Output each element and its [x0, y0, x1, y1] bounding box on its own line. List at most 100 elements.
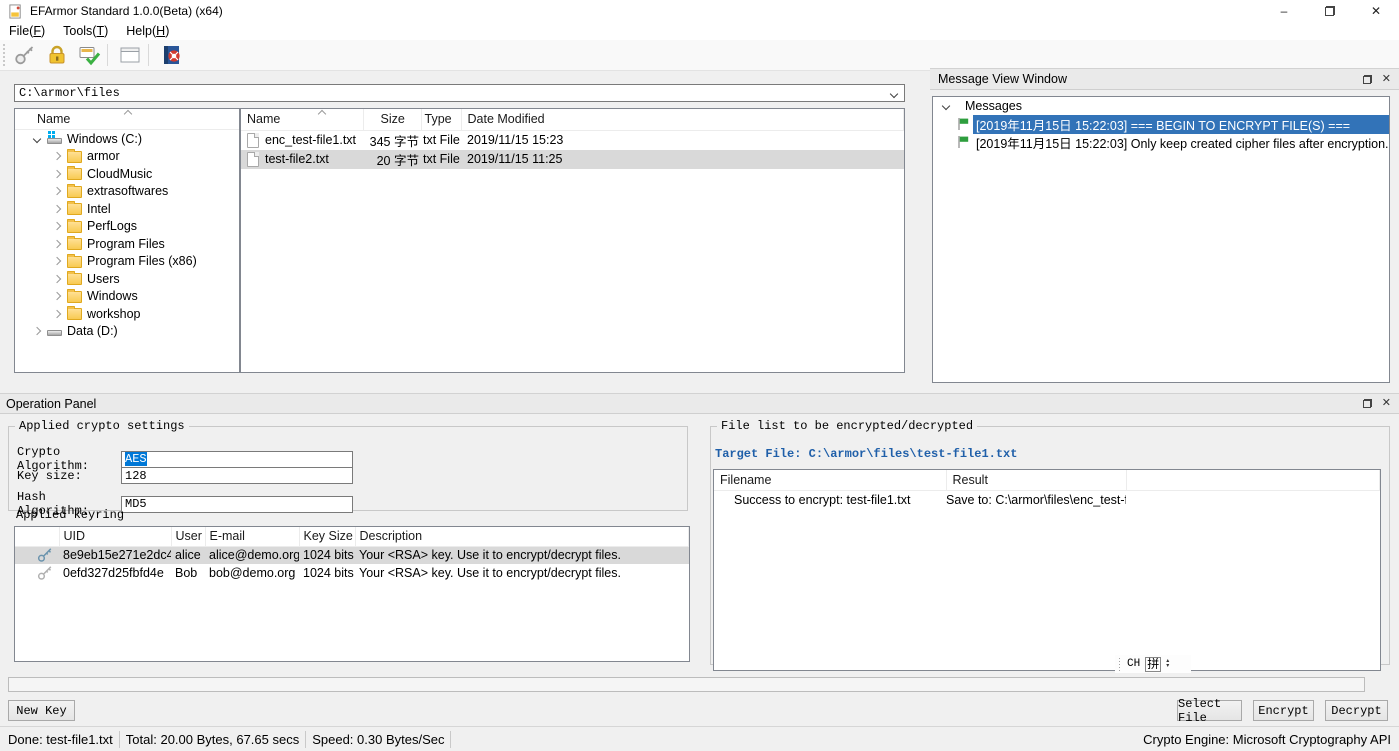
expand-icon[interactable]: [32, 134, 42, 143]
file-icon: [247, 151, 259, 167]
result-row[interactable]: Success to encrypt: test-file1.txt Save …: [714, 490, 1380, 510]
crypto-algorithm-field[interactable]: AES: [121, 450, 353, 468]
encrypt-button[interactable]: Encrypt: [1253, 700, 1314, 721]
tree-item-windows-c[interactable]: Windows (C:): [15, 130, 239, 148]
ime-drag-handle[interactable]: [1118, 657, 1122, 671]
ime-options-icon[interactable]: ▴ ▾: [1166, 658, 1169, 669]
key-icon: [37, 566, 52, 580]
float-dock-button[interactable]: [1362, 399, 1372, 408]
tree-item-cloudmusic[interactable]: CloudMusic: [15, 165, 239, 183]
message-item[interactable]: [2019年11月15日 15:22:03] === BEGIN TO ENCR…: [933, 114, 1389, 134]
float-dock-button[interactable]: [1362, 74, 1372, 84]
tree-item-extrasoftwares[interactable]: extrasoftwares: [15, 183, 239, 201]
result-table: Filename Result Success to encrypt: test…: [713, 469, 1381, 671]
collapse-icon[interactable]: [52, 204, 62, 213]
restore-button[interactable]: [1307, 0, 1353, 22]
collapse-icon[interactable]: [32, 327, 42, 336]
close-dock-button[interactable]: ✕: [1382, 73, 1391, 84]
close-button[interactable]: ✕: [1353, 0, 1399, 22]
column-header-size[interactable]: Size: [363, 109, 422, 131]
tree-item-program-files[interactable]: Program Files: [15, 235, 239, 253]
collapse-icon[interactable]: [52, 152, 62, 161]
key-size-field[interactable]: 128: [121, 467, 353, 484]
key-tool-button[interactable]: [11, 42, 39, 68]
tree-item-windows[interactable]: Windows: [15, 288, 239, 306]
column-header-description[interactable]: Description: [355, 527, 689, 547]
message-item[interactable]: [2019年11月15日 15:22:03] Only keep created…: [933, 133, 1389, 151]
hash-algorithm-field[interactable]: MD5: [121, 495, 353, 513]
keyring-check-tool-button[interactable]: [75, 42, 103, 68]
status-bar: Done: test-file1.txt Total: 20.00 Bytes,…: [0, 726, 1399, 751]
column-header-icon[interactable]: [15, 527, 60, 547]
column-header-result[interactable]: Result: [946, 470, 1127, 491]
menu-help[interactable]: Help(H): [117, 22, 178, 40]
toolbar: [0, 40, 1399, 71]
folder-icon: [67, 253, 82, 268]
tree-header-name[interactable]: Name: [15, 109, 239, 130]
column-header-email[interactable]: E-mail: [205, 527, 300, 547]
ime-language-indicator[interactable]: CH: [1127, 658, 1140, 670]
ime-language-bar[interactable]: CH 拼 ▴ ▾: [1115, 655, 1191, 673]
file-list-panel: Name Size Type Date Modified enc_test-fi…: [240, 108, 905, 373]
column-header-name[interactable]: Name: [241, 109, 364, 131]
tree-item-program-files-x86[interactable]: Program Files (x86): [15, 253, 239, 271]
tree-item-armor[interactable]: armor: [15, 148, 239, 166]
toolbar-drag-handle[interactable]: [2, 43, 7, 67]
restore-icon: [1325, 6, 1335, 16]
key-icon: [37, 548, 52, 562]
status-speed: Speed: 0.30 Bytes/Sec: [306, 730, 452, 748]
address-combobox[interactable]: C:\armor\files: [14, 84, 905, 102]
tree-item-perflogs[interactable]: PerfLogs: [15, 218, 239, 236]
window-tool-button[interactable]: [116, 42, 144, 68]
tree-item-workshop[interactable]: workshop: [15, 305, 239, 323]
new-key-button[interactable]: New Key: [8, 700, 75, 721]
file-row[interactable]: enc_test-file1.txt 345 字节 txt File 2019/…: [241, 130, 904, 150]
applied-keyring-label: Applied keyring: [16, 508, 125, 522]
tree-item-users[interactable]: Users: [15, 270, 239, 288]
file-row[interactable]: test-file2.txt 20 字节 txt File 2019/11/15…: [241, 149, 904, 169]
folder-icon: [67, 271, 82, 286]
collapse-icon[interactable]: [52, 257, 62, 266]
column-header-type[interactable]: Type: [421, 109, 462, 131]
menu-tools[interactable]: Tools(T): [54, 22, 117, 40]
column-header-keysize[interactable]: Key Size: [299, 527, 356, 547]
sort-asc-icon: [317, 109, 327, 119]
column-header-filename[interactable]: Filename: [714, 470, 947, 491]
menu-bar: File(F) Tools(T) Help(H): [0, 22, 1399, 40]
chevron-down-icon[interactable]: [889, 89, 899, 99]
tree-item-data-d[interactable]: Data (D:): [15, 323, 239, 341]
message-root-node[interactable]: Messages: [933, 97, 1389, 115]
collapse-icon[interactable]: [52, 292, 62, 301]
column-header-date-modified[interactable]: Date Modified: [461, 109, 904, 131]
keyring-row[interactable]: 8e9eb15e271e2dc4 alice alice@demo.org 10…: [15, 546, 689, 564]
collapse-icon[interactable]: [52, 309, 62, 318]
address-value: C:\armor\files: [19, 86, 120, 100]
crypto-settings-group: Applied crypto settings Crypto Algorithm…: [8, 419, 688, 518]
keyring-row[interactable]: 0efd327d25fbfd4e Bob bob@demo.org 1024 b…: [15, 564, 689, 582]
expand-icon[interactable]: [941, 101, 951, 111]
tree-item-intel[interactable]: Intel: [15, 200, 239, 218]
flag-icon: [958, 118, 969, 130]
collapse-icon[interactable]: [52, 169, 62, 178]
collapse-icon[interactable]: [52, 239, 62, 248]
help-tool-button[interactable]: [157, 42, 185, 68]
collapse-icon[interactable]: [52, 187, 62, 196]
select-file-button[interactable]: Select File: [1177, 697, 1242, 725]
collapse-icon[interactable]: [52, 222, 62, 231]
column-header-uid[interactable]: UID: [59, 527, 172, 547]
operation-panel-title: Operation Panel: [6, 396, 97, 411]
folder-tree-panel: Name Windows (C:) armor CloudMusic extra…: [14, 108, 240, 373]
drive-c-icon: [47, 130, 62, 144]
decrypt-button[interactable]: Decrypt: [1325, 700, 1388, 721]
folder-icon: [67, 201, 82, 216]
lock-tool-button[interactable]: [43, 42, 71, 68]
menu-file[interactable]: File(F): [0, 22, 54, 40]
ime-mode-indicator[interactable]: 拼: [1145, 656, 1162, 672]
minimize-button[interactable]: –: [1261, 0, 1307, 22]
close-dock-button[interactable]: ✕: [1382, 398, 1391, 409]
message-dock-title: Message View Window: [938, 72, 1067, 86]
collapse-icon[interactable]: [52, 274, 62, 283]
column-header-user[interactable]: User: [171, 527, 206, 547]
crypto-settings-title: Applied crypto settings: [19, 419, 185, 433]
status-done: Done: test-file1.txt: [2, 730, 120, 748]
